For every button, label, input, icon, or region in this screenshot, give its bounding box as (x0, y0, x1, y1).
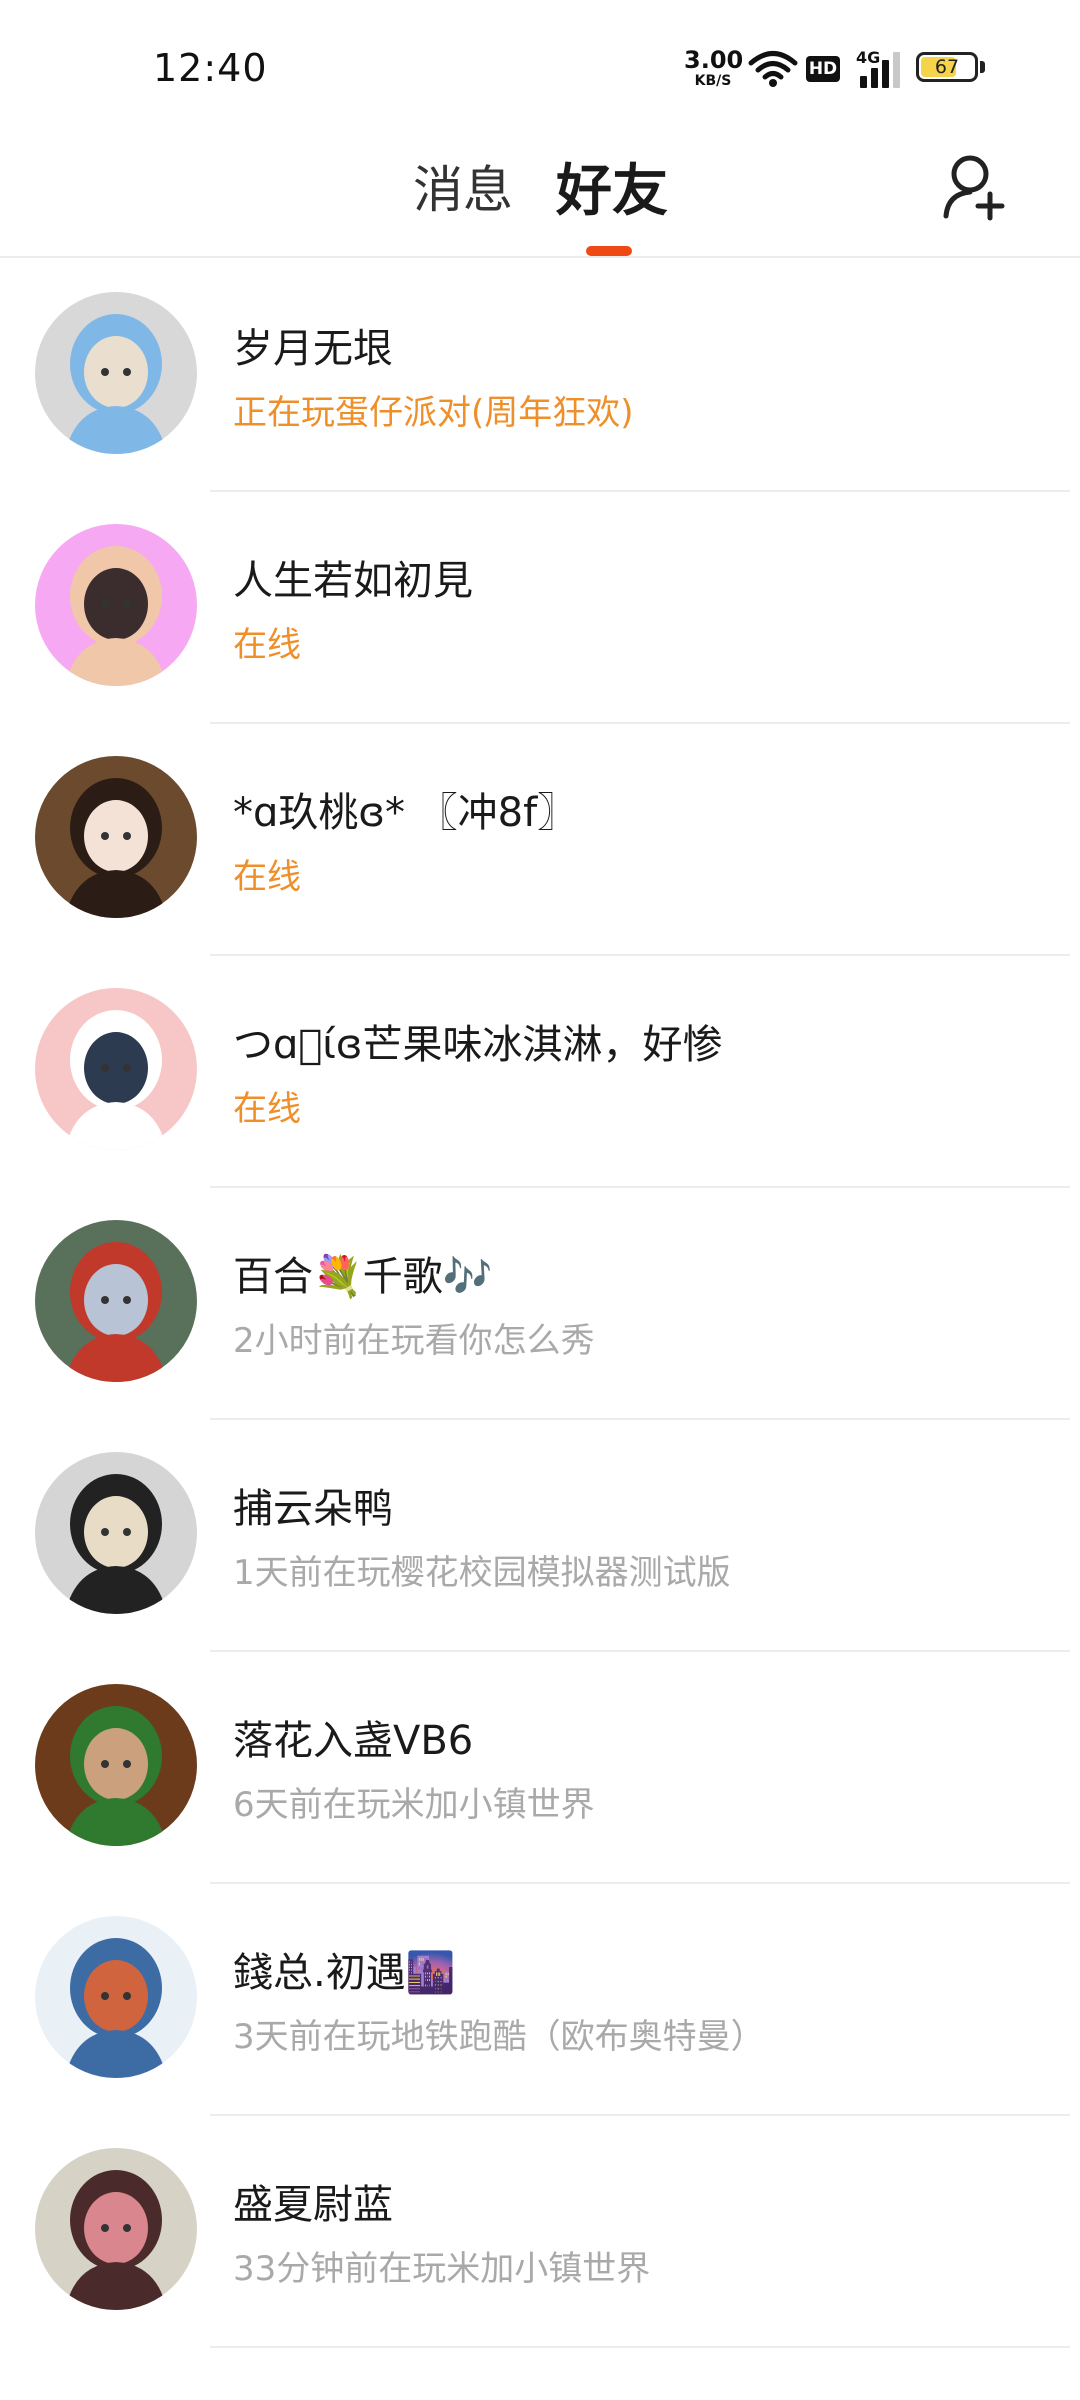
friends-page: 12:40 3.00 KB/S HD 4G 67 消息 好友 岁月无垠 正在玩蛋… (0, 0, 1080, 2400)
avatar[interactable] (35, 1684, 197, 1846)
friend-list: 岁月无垠 正在玩蛋仔派对(周年狂欢) 人生若如初見 在线 *ɑ玖桃ɞ* 〖冲8f… (0, 260, 1080, 2348)
battery-icon: 67 (916, 52, 978, 82)
avatar[interactable] (35, 292, 197, 454)
avatar[interactable] (35, 756, 197, 918)
clock: 12:40 (153, 46, 268, 90)
friend-status: 2小时前在玩看你怎么秀 (233, 1321, 595, 1361)
friend-name: 岁月无垠 (233, 326, 393, 372)
friend-status: 在线 (233, 625, 301, 665)
hd-icon: HD (806, 56, 840, 82)
network-speed-value: 3.00 (684, 46, 744, 74)
friend-list-item-6[interactable]: 捕云朵鸭 1天前在玩樱花校园模拟器测试版 (0, 1420, 1080, 1652)
friend-list-item-1[interactable]: 岁月无垠 正在玩蛋仔派对(周年狂欢) (0, 260, 1080, 492)
status-bar: 12:40 3.00 KB/S HD 4G 67 (0, 0, 1080, 130)
avatar[interactable] (35, 524, 197, 686)
friend-list-item-7[interactable]: 落花入盏VB6 6天前在玩米加小镇世界 (0, 1652, 1080, 1884)
avatar[interactable] (35, 1916, 197, 2078)
friend-status: 33分钟前在玩米加小镇世界 (233, 2249, 651, 2289)
tab-messages[interactable]: 消息 (413, 150, 513, 222)
tab-friends[interactable]: 好友 (556, 146, 668, 227)
friend-status: 在线 (233, 1089, 301, 1129)
friend-name: 人生若如初見 (233, 558, 473, 604)
network-type: 4G (856, 48, 881, 67)
friend-list-item-2[interactable]: 人生若如初見 在线 (0, 492, 1080, 724)
friend-list-item-3[interactable]: *ɑ玖桃ɞ* 〖冲8f〗 在线 (0, 724, 1080, 956)
battery-level: 67 (934, 56, 960, 78)
network-speed: 3.00 KB/S (684, 46, 744, 89)
avatar[interactable] (35, 988, 197, 1150)
friend-status: 在线 (233, 857, 301, 897)
add-user-icon (943, 155, 1005, 221)
add-friend-button[interactable] (940, 148, 1010, 224)
divider (210, 2346, 1070, 2348)
friend-name: 錢总.初遇🌆 (233, 1950, 456, 1996)
friend-name: つɑ᪶ίɞ芒果味冰淇淋，好惨 (233, 1022, 723, 1068)
friend-list-item-8[interactable]: 錢总.初遇🌆 3天前在玩地铁跑酷（欧布奥特曼） (0, 1884, 1080, 2116)
battery-cap (980, 61, 985, 73)
network-speed-unit: KB/S (694, 73, 732, 89)
friend-name: 捕云朵鸭 (233, 1486, 393, 1532)
active-tab-indicator (586, 246, 632, 256)
friend-status: 正在玩蛋仔派对(周年狂欢) (233, 393, 634, 433)
friend-list-item-9[interactable]: 盛夏尉蓝 33分钟前在玩米加小镇世界 (0, 2116, 1080, 2348)
friend-status: 1天前在玩樱花校园模拟器测试版 (233, 1553, 731, 1593)
friend-name: 百合💐千歌🎶 (233, 1254, 493, 1300)
avatar[interactable] (35, 1220, 197, 1382)
cell-signal-icon: 4G (856, 48, 908, 88)
friend-list-item-5[interactable]: 百合💐千歌🎶 2小时前在玩看你怎么秀 (0, 1188, 1080, 1420)
avatar[interactable] (35, 2148, 197, 2310)
friend-name: 盛夏尉蓝 (233, 2182, 393, 2228)
header: 消息 好友 (0, 130, 1080, 258)
avatar[interactable] (35, 1452, 197, 1614)
wifi-icon (748, 50, 798, 92)
friend-status: 6天前在玩米加小镇世界 (233, 1785, 595, 1825)
friend-name: *ɑ玖桃ɞ* 〖冲8f〗 (233, 790, 578, 836)
friend-name: 落花入盏VB6 (233, 1718, 474, 1764)
friend-status: 3天前在玩地铁跑酷（欧布奥特曼） (233, 2017, 765, 2057)
friend-list-item-4[interactable]: つɑ᪶ίɞ芒果味冰淇淋，好惨 在线 (0, 956, 1080, 1188)
